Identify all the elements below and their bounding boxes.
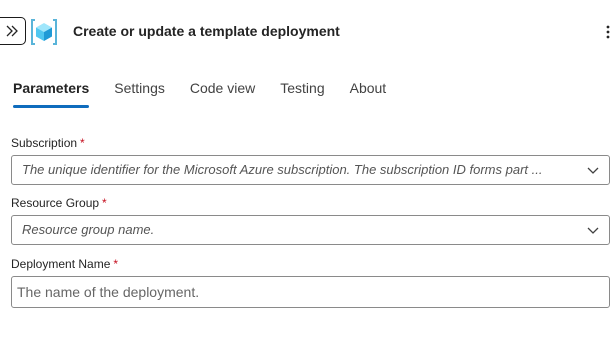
more-vertical-icon — [606, 25, 610, 39]
deployment-name-label: Deployment Name * — [11, 257, 118, 271]
required-marker: * — [80, 136, 85, 150]
required-marker: * — [113, 257, 119, 271]
more-options-button[interactable] — [600, 21, 615, 43]
double-chevron-right-icon — [6, 25, 18, 37]
chevron-down-icon — [587, 167, 599, 174]
tab-code-view[interactable]: Code view — [190, 78, 255, 110]
tab-testing[interactable]: Testing — [280, 78, 324, 110]
page-title: Create or update a template deployment — [73, 23, 340, 39]
deployment-name-label-text: Deployment Name — [11, 257, 111, 271]
tab-settings[interactable]: Settings — [114, 78, 165, 110]
resource-group-label-text: Resource Group — [11, 196, 100, 210]
tab-parameters[interactable]: Parameters — [13, 78, 90, 110]
collapse-panel-button[interactable] — [0, 17, 26, 45]
azure-template-icon — [29, 17, 59, 47]
subscription-placeholder: The unique identifier for the Microsoft … — [22, 162, 543, 177]
subscription-label: Subscription * — [11, 136, 85, 150]
resource-group-placeholder: Resource group name. — [22, 222, 155, 237]
required-marker: * — [102, 196, 107, 210]
deployment-name-input[interactable] — [11, 276, 610, 308]
subscription-dropdown[interactable]: The unique identifier for the Microsoft … — [11, 155, 610, 185]
panel-header: Create or update a template deployment — [0, 0, 615, 64]
subscription-label-text: Subscription — [11, 136, 78, 150]
tab-about[interactable]: About — [350, 78, 387, 110]
resource-group-dropdown[interactable]: Resource group name. — [11, 215, 610, 245]
resource-group-label: Resource Group * — [11, 196, 107, 210]
tab-list: Parameters Settings Code view Testing Ab… — [13, 78, 411, 110]
chevron-down-icon — [587, 227, 599, 234]
